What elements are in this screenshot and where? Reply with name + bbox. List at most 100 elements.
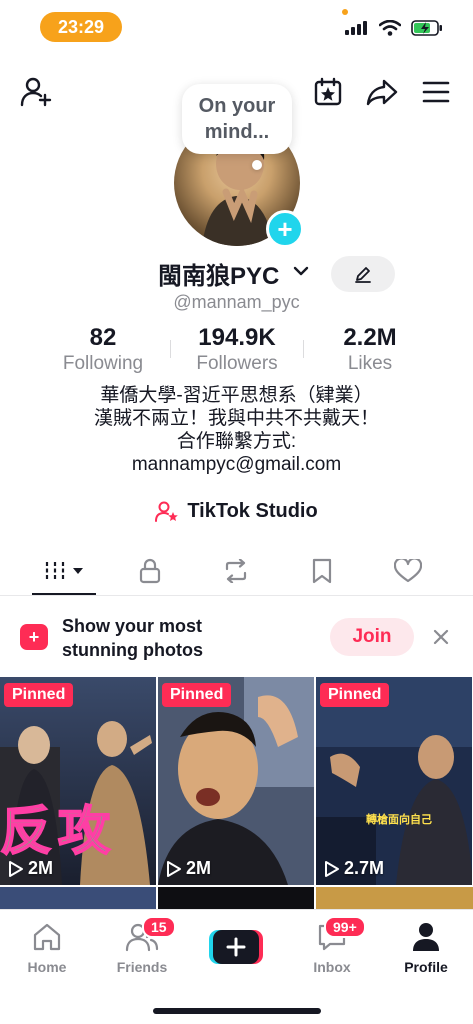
tab-favorites[interactable]	[292, 548, 352, 594]
nav-profile[interactable]: Profile	[386, 922, 466, 975]
play-icon	[167, 860, 181, 877]
view-count-value: 2M	[28, 858, 54, 878]
profile-handle: @mannam_pyc	[173, 292, 300, 312]
hamburger-menu-icon	[422, 81, 450, 103]
friends-badge: 15	[142, 916, 176, 938]
status-bar: 23:29	[0, 0, 473, 52]
studio-user-star-icon	[155, 501, 179, 522]
promo-text: Show your most stunning photos	[62, 614, 203, 662]
video-thumbnail[interactable]: 轉槍面向自己 Pinned 2.7M	[316, 677, 472, 885]
pinned-badge: Pinned	[320, 683, 390, 707]
stat-likes[interactable]: 2.2M Likes	[300, 324, 440, 376]
active-tab-indicator	[32, 593, 96, 595]
stat-following[interactable]: 82 Following	[33, 324, 173, 376]
view-count: 2.7M	[324, 858, 384, 879]
create-plus-icon	[209, 930, 263, 964]
repost-icon	[225, 559, 247, 583]
lock-icon	[139, 558, 161, 584]
create-button[interactable]	[209, 930, 263, 964]
bio-line: 華僑大學-習近平思想系（肄業）	[100, 385, 373, 406]
tiktok-studio-link[interactable]: TikTok Studio	[0, 500, 473, 523]
share-profile-button[interactable]	[364, 74, 400, 110]
bio-email-link[interactable]: mannampyc@gmail.com	[0, 453, 473, 476]
stat-value: 2.2M	[343, 324, 397, 351]
video-thumbnail-image	[316, 677, 472, 885]
studio-label: TikTok Studio	[187, 500, 318, 522]
video-thumbnail[interactable]: Pinned 2M	[158, 677, 314, 885]
nav-home[interactable]: Home	[7, 922, 87, 975]
bubble-tail	[252, 160, 262, 170]
promo-line: Show your most	[62, 616, 203, 636]
video-grid-icon	[45, 562, 65, 580]
battery-charging-icon	[411, 20, 442, 36]
stat-label: Likes	[347, 353, 393, 374]
stat-label: Following	[62, 353, 144, 374]
nav-label: Home	[27, 959, 67, 975]
nav-label: Profile	[404, 959, 448, 975]
pinned-badge: Pinned	[4, 683, 74, 707]
menu-button[interactable]	[418, 74, 454, 110]
pinned-badge: Pinned	[162, 683, 232, 707]
home-icon	[33, 923, 61, 951]
heart-icon	[394, 559, 422, 583]
profile-stats: 82 Following 194.9K Followers 2.2M Likes	[0, 324, 473, 376]
caret-down-icon	[73, 568, 83, 574]
status-bubble[interactable]: On your mind...	[182, 84, 292, 154]
profile-name[interactable]: 閩南狼PYC	[158, 256, 279, 291]
video-thumbnail-image	[158, 677, 314, 885]
wifi-icon	[379, 20, 401, 36]
add-friend-button[interactable]	[18, 74, 54, 110]
cellular-signal-icon	[345, 21, 367, 35]
tab-reposts[interactable]	[206, 548, 266, 594]
stat-value: 194.9K	[198, 324, 276, 351]
video-thumbnail-partial[interactable]	[316, 887, 473, 909]
video-thumbnail-partial[interactable]	[158, 887, 314, 909]
add-story-button[interactable]: +	[266, 210, 304, 248]
view-count: 2M	[166, 858, 211, 879]
add-user-icon	[20, 77, 52, 107]
status-icons	[345, 20, 443, 36]
view-count-value: 2.7M	[344, 858, 385, 878]
video-overlay-text: 反攻	[0, 802, 117, 862]
bio-line: 合作聯繫方式:	[176, 431, 297, 452]
stat-value: 82	[89, 324, 117, 351]
privacy-indicator-dot	[342, 9, 348, 15]
share-arrow-icon	[366, 79, 398, 106]
video-thumbnail[interactable]: 反攻 Pinned 2M	[0, 677, 156, 885]
photo-promo-banner: + Show your most stunning photos Join	[0, 610, 473, 666]
calendar-star-icon	[314, 77, 342, 106]
join-button[interactable]: Join	[330, 618, 414, 656]
nav-label: Friends	[116, 959, 168, 975]
close-icon[interactable]	[430, 626, 452, 648]
edit-profile-button[interactable]	[331, 256, 395, 292]
view-count: 2M	[8, 858, 53, 879]
calendar-button[interactable]	[310, 74, 346, 110]
inbox-badge: 99+	[324, 916, 366, 938]
add-photo-icon: +	[20, 624, 48, 650]
pencil-icon	[355, 267, 371, 283]
stat-label: Followers	[196, 353, 278, 374]
promo-line: stunning photos	[62, 640, 203, 660]
tab-videos[interactable]	[34, 548, 94, 594]
video-thumbnail-partial[interactable]	[0, 887, 156, 909]
play-icon	[9, 860, 23, 877]
home-indicator	[153, 1008, 321, 1014]
tab-liked[interactable]	[378, 548, 438, 594]
bookmark-icon	[312, 558, 332, 584]
nav-friends[interactable]: 15 Friends	[102, 916, 182, 975]
stat-followers[interactable]: 194.9K Followers	[167, 324, 307, 376]
video-grid: 反攻 Pinned 2M Pinned 2M 轉槍面向自己 Pinned 2.7…	[0, 677, 473, 909]
bottom-nav: Home 15 Friends 99+ Inbox Profile	[0, 909, 473, 1024]
content-tabs	[0, 548, 473, 596]
nav-inbox[interactable]: 99+ Inbox	[292, 916, 372, 975]
video-subtitle-text: 轉槍面向自己	[366, 814, 432, 826]
view-count-value: 2M	[186, 858, 212, 878]
profile-icon	[413, 923, 439, 951]
plus-icon: +	[277, 214, 293, 244]
bio-line: 漢賊不兩立！我與中共不共戴天！	[93, 408, 379, 429]
name-row: 閩南狼PYC	[0, 256, 473, 292]
chevron-down-icon[interactable]	[292, 264, 310, 278]
status-time: 23:29	[40, 12, 122, 42]
nav-label: Inbox	[313, 959, 351, 975]
tab-private[interactable]	[120, 548, 180, 594]
